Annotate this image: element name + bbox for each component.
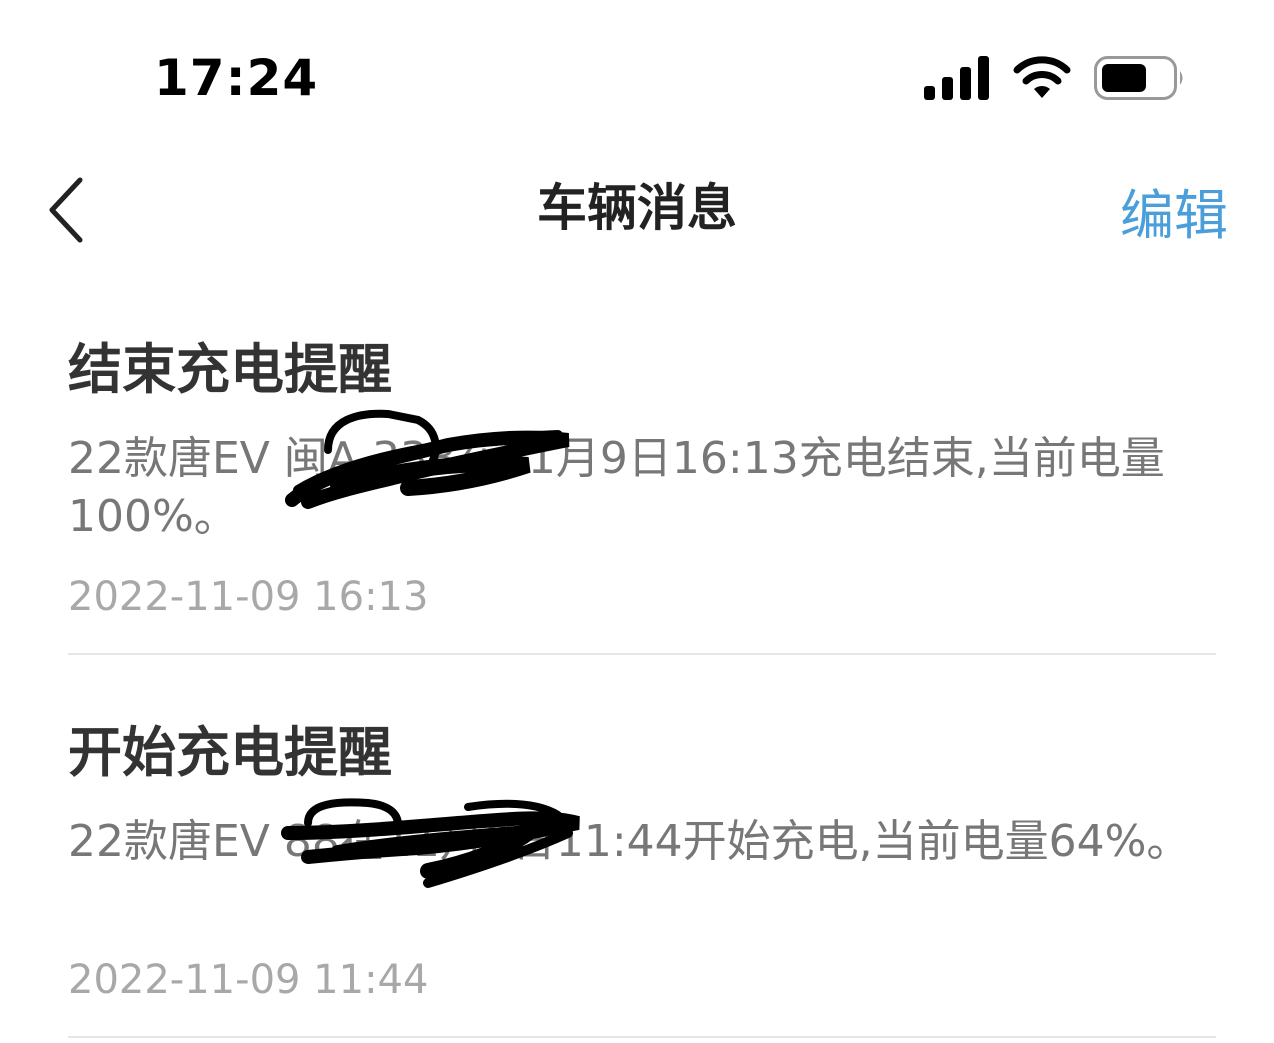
battery-icon [1094,56,1183,100]
message-title: 开始充电提醒 [68,721,392,784]
signal-icon [924,56,989,100]
status-icons [924,52,1194,102]
message-time: 2022-11-09 11:44 [68,957,429,1003]
message-list: 结束充电提醒 22款唐EV 闽A 338在11月9日16:13充电结束,当前电量… [0,300,1274,1038]
status-bar: 17:24 [0,0,1274,150]
message-body: 22款唐EV 闽A 338在11月9日16:13充电结束,当前电量100%。 [68,433,1165,542]
wifi-icon [1013,56,1071,98]
message-body: 22款唐EV 88在11月9日11:44开始充电,当前电量64%。 [68,816,1191,867]
edit-button[interactable]: 编辑 [1120,184,1228,248]
message-item[interactable]: 开始充电提醒 22款唐EV 88在11月9日11:44开始充电,当前电量64%。… [68,683,1216,1038]
message-item[interactable]: 结束充电提醒 22款唐EV 闽A 338在11月9日16:13充电结束,当前电量… [68,300,1216,655]
message-title: 结束充电提醒 [68,338,392,401]
nav-bar: 车辆消息 编辑 [0,160,1274,260]
page-title: 车辆消息 [537,179,737,237]
message-time: 2022-11-09 16:13 [68,574,429,620]
status-time: 17:24 [154,49,319,107]
